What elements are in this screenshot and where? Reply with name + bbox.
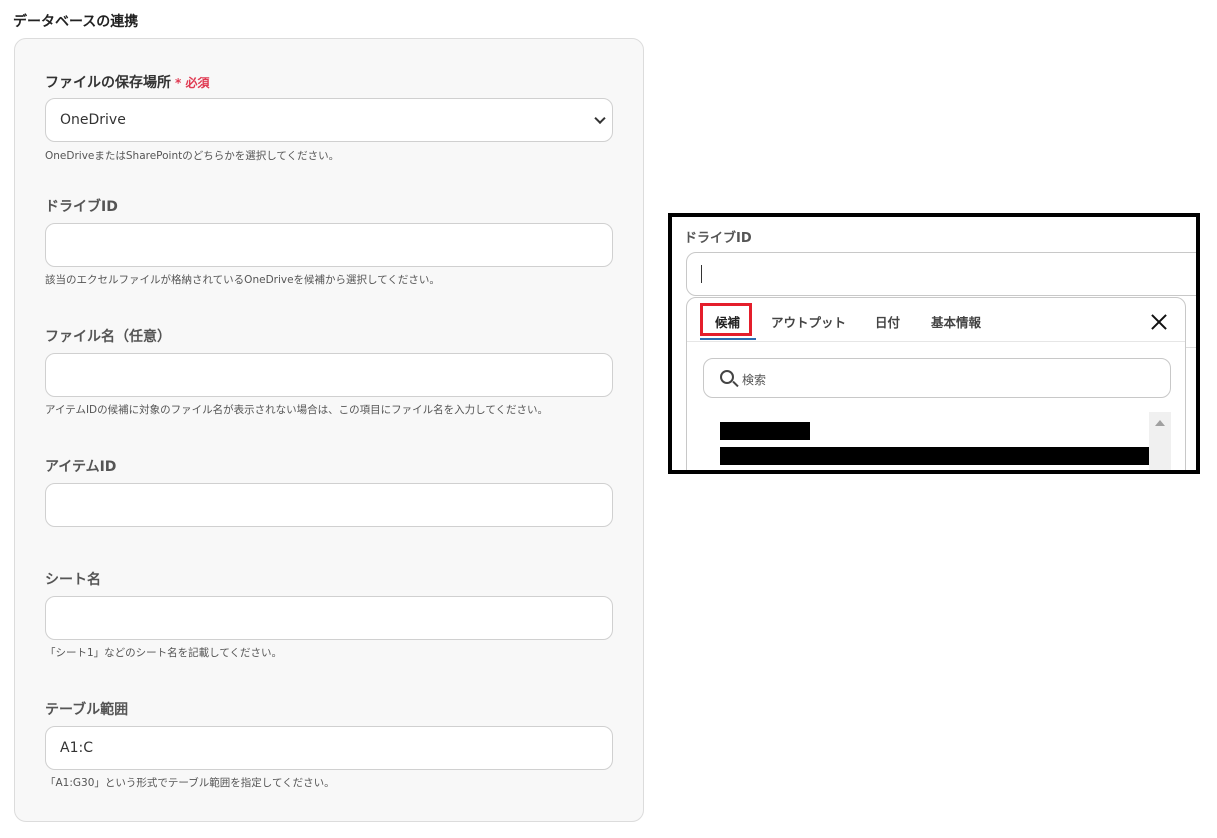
table-range-input[interactable]: A1:C bbox=[45, 726, 613, 770]
tab-output[interactable]: アウトプット bbox=[771, 312, 846, 331]
tab-date[interactable]: 日付 bbox=[875, 312, 900, 331]
search-placeholder: 検索 bbox=[742, 373, 767, 387]
section-title: データベースの連携 bbox=[13, 14, 139, 30]
tab-basic-info[interactable]: 基本情報 bbox=[931, 312, 981, 331]
redacted-item-detail[interactable] bbox=[720, 447, 1157, 465]
dropdown-tabs: 候補 アウトプット 日付 基本情報 bbox=[687, 298, 1185, 342]
close-icon[interactable] bbox=[1149, 312, 1169, 332]
drive-id-input[interactable] bbox=[45, 223, 613, 267]
storage-location-help: OneDriveまたはSharePointのどちらかを選択してください。 bbox=[45, 150, 340, 162]
required-badge: * 必須 bbox=[175, 76, 210, 90]
redacted-item-title[interactable] bbox=[720, 422, 810, 440]
storage-location-label-text: ファイルの保存場所 bbox=[45, 75, 171, 91]
sheet-name-input[interactable] bbox=[45, 596, 613, 640]
zoom-inset: ドライブID 候補 アウトプット 日付 基本情報 検索 bbox=[668, 213, 1200, 474]
sheet-name-label: シート名 bbox=[45, 572, 101, 588]
table-range-help: 「A1:G30」という形式でテーブル範囲を指定してください。 bbox=[45, 777, 335, 789]
drive-id-help: 該当のエクセルファイルが格納されているOneDriveを候補から選択してください… bbox=[45, 274, 440, 286]
item-id-input[interactable] bbox=[45, 483, 613, 527]
drive-id-label: ドライブID bbox=[45, 199, 118, 215]
popup-drive-id-input[interactable] bbox=[686, 252, 1196, 296]
scroll-up-icon[interactable] bbox=[1155, 420, 1165, 426]
highlight-box bbox=[700, 303, 752, 336]
search-icon bbox=[720, 370, 734, 384]
item-id-label: アイテムID bbox=[45, 459, 117, 475]
chevron-down-icon bbox=[594, 112, 606, 125]
popup-drive-id-label: ドライブID bbox=[684, 231, 752, 246]
scrollbar[interactable] bbox=[1149, 412, 1171, 470]
file-name-label: ファイル名（任意） bbox=[45, 329, 171, 345]
storage-location-select[interactable]: OneDrive bbox=[45, 98, 613, 142]
file-name-help: アイテムIDの候補に対象のファイル名が表示されない場合は、この項目にファイル名を… bbox=[45, 404, 548, 416]
text-caret bbox=[701, 265, 702, 283]
storage-location-label: ファイルの保存場所 * 必須 bbox=[45, 72, 209, 92]
suggestion-list bbox=[703, 412, 1171, 470]
file-name-input[interactable] bbox=[45, 353, 613, 397]
suggestion-search-input[interactable]: 検索 bbox=[703, 358, 1171, 398]
sheet-name-help: 「シート1」などのシート名を記載してください。 bbox=[45, 647, 283, 659]
active-tab-underline bbox=[700, 338, 756, 340]
storage-location-value: OneDrive bbox=[60, 112, 126, 128]
table-range-label: テーブル範囲 bbox=[45, 702, 129, 718]
table-range-value: A1:C bbox=[60, 740, 93, 756]
suggestion-dropdown: 候補 アウトプット 日付 基本情報 検索 bbox=[686, 297, 1186, 470]
